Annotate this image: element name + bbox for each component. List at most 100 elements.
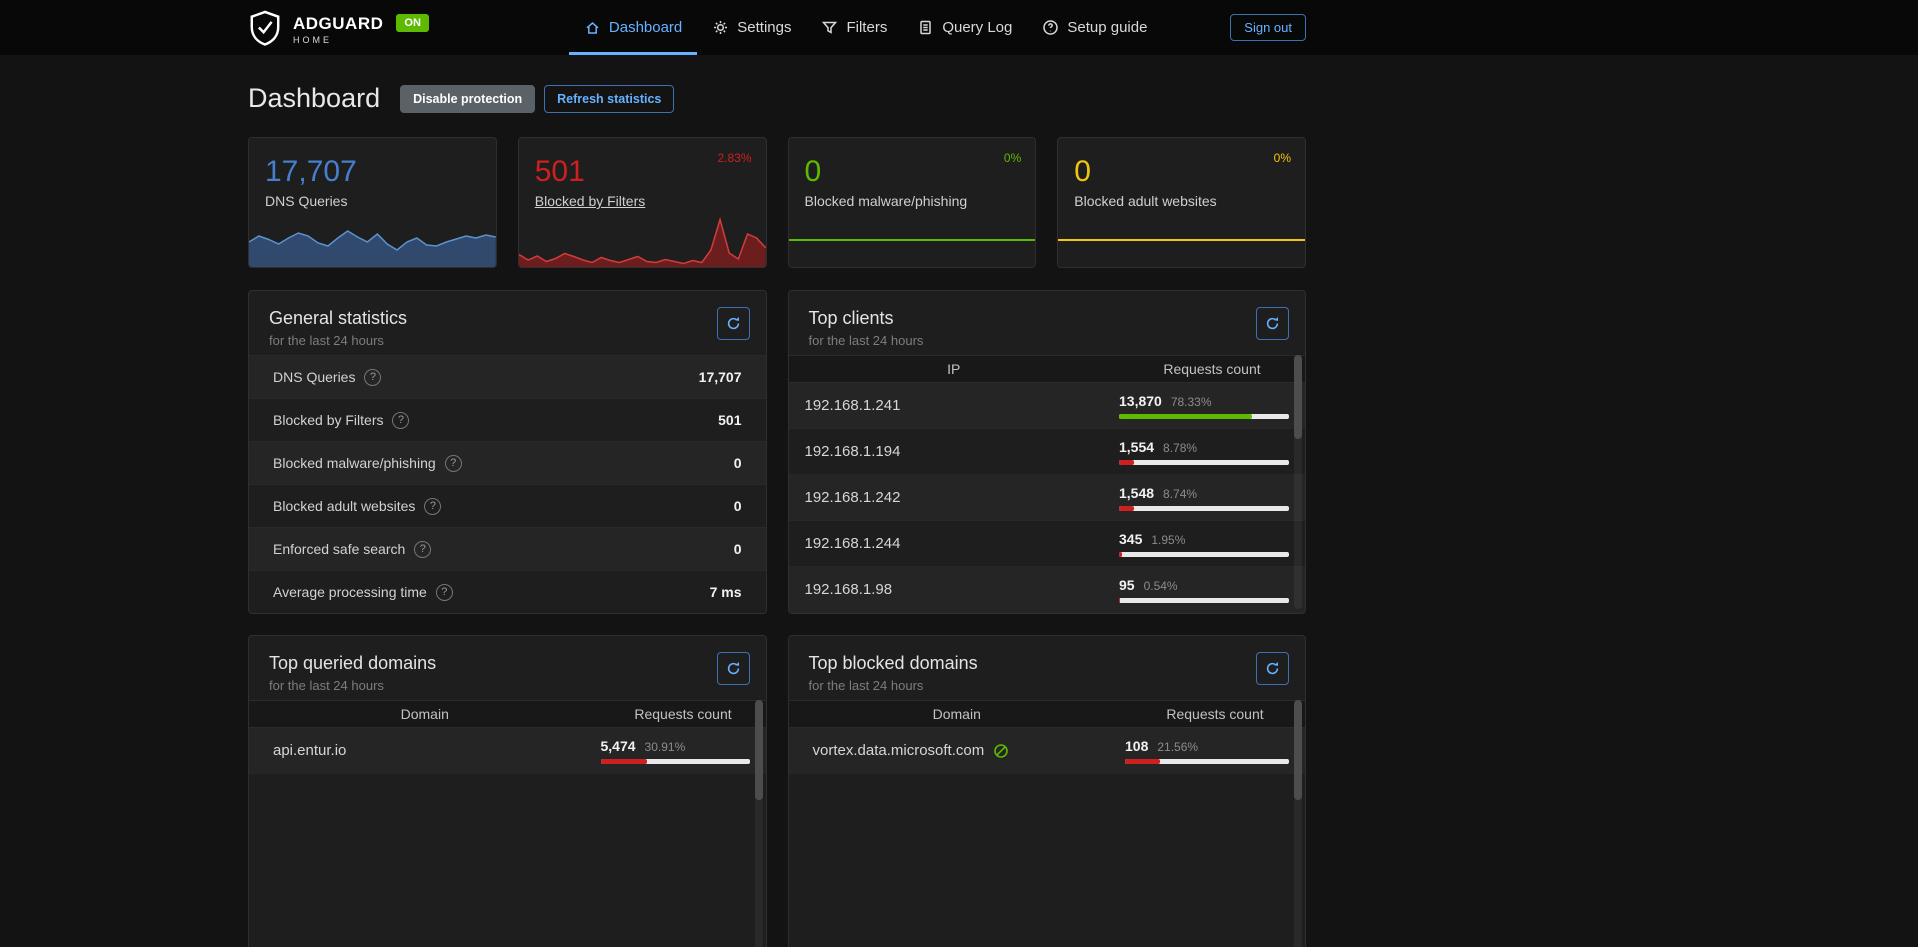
blocked-domains-table-body: vortex.data.microsoft.com 108 21.56% xyxy=(789,728,1306,774)
stat-cards-row: 17,707 DNS Queries 2.83% 501 Blocked by … xyxy=(248,137,1306,268)
document-icon xyxy=(917,19,934,36)
stat-label: Blocked adult websites xyxy=(1058,188,1305,209)
request-percent: 1.95% xyxy=(1151,533,1185,547)
domain-name[interactable]: api.entur.io xyxy=(249,742,601,759)
stat-table-row: Blocked malware/phishing 0 xyxy=(249,441,766,484)
nav-item-setup-guide[interactable]: Setup guide xyxy=(1027,0,1162,55)
stat-row-value: 0 xyxy=(734,455,742,471)
column-header-requests-count[interactable]: Requests count xyxy=(601,706,766,722)
request-percent: 0.54% xyxy=(1144,579,1178,593)
column-header-domain[interactable]: Domain xyxy=(249,706,601,722)
scrollbar[interactable] xyxy=(1294,700,1302,947)
request-percent: 8.78% xyxy=(1163,441,1197,455)
card-subtitle: for the last 24 hours xyxy=(809,333,1286,348)
blocked-by-filters-link[interactable]: Blocked by Filters xyxy=(519,188,661,209)
stat-row-value: 501 xyxy=(718,412,741,428)
scrollbar[interactable] xyxy=(755,700,763,947)
stat-value: 0 xyxy=(789,138,1036,188)
scrollbar-thumb[interactable] xyxy=(755,700,763,800)
stat-row-label: Average processing time xyxy=(273,584,427,600)
client-ip[interactable]: 192.168.1.98 xyxy=(789,581,1120,598)
requests-bar xyxy=(1119,460,1289,465)
nav-label: Settings xyxy=(737,19,791,36)
stat-row-value: 0 xyxy=(734,541,742,557)
blocked-by-filters-sparkline xyxy=(519,217,766,267)
stat-table-row: Average processing time 7 ms xyxy=(249,570,766,613)
refresh-card-button[interactable] xyxy=(1256,307,1289,340)
queried-domains-table-body: api.entur.io 5,474 30.91% xyxy=(249,728,766,774)
nav-item-dashboard[interactable]: Dashboard xyxy=(569,0,697,55)
requests-bar xyxy=(1119,598,1289,603)
stat-table-row: Blocked by Filters 501 xyxy=(249,398,766,441)
client-ip[interactable]: 192.168.1.242 xyxy=(789,489,1120,506)
request-count: 5,474 xyxy=(601,738,636,754)
brand-text: ADGUARD HOME xyxy=(293,15,383,45)
nav-item-filters[interactable]: Filters xyxy=(806,0,902,55)
help-icon[interactable] xyxy=(364,369,381,386)
stat-row-label: Blocked adult websites xyxy=(273,498,415,514)
scrollbar-thumb[interactable] xyxy=(1294,700,1302,800)
stat-row-label: Blocked by Filters xyxy=(273,412,383,428)
requests-bar xyxy=(1119,552,1289,557)
refresh-card-button[interactable] xyxy=(717,307,750,340)
refresh-icon xyxy=(726,316,741,331)
domain-row: vortex.data.microsoft.com 108 21.56% xyxy=(789,728,1306,774)
column-header-ip[interactable]: IP xyxy=(789,361,1120,377)
card-title: Top clients xyxy=(809,308,1286,329)
refresh-statistics-button[interactable]: Refresh statistics xyxy=(544,85,674,113)
request-count: 95 xyxy=(1119,577,1135,593)
page-title: Dashboard xyxy=(248,83,380,114)
funnel-icon xyxy=(821,19,838,36)
card-subtitle: for the last 24 hours xyxy=(269,333,746,348)
scrollbar[interactable] xyxy=(1294,355,1302,609)
stat-label: DNS Queries xyxy=(249,188,496,209)
card-subtitle: for the last 24 hours xyxy=(809,678,1286,693)
stat-card-blocked-malware: 0% 0 Blocked malware/phishing xyxy=(788,137,1037,268)
tracker-blocked-icon[interactable] xyxy=(993,743,1009,759)
request-percent: 21.56% xyxy=(1157,740,1198,754)
help-icon[interactable] xyxy=(392,412,409,429)
nav-item-settings[interactable]: Settings xyxy=(697,0,806,55)
nav-item-query-log[interactable]: Query Log xyxy=(902,0,1027,55)
requests-bar xyxy=(1119,414,1289,419)
blocked-malware-flatline xyxy=(789,239,1036,241)
adguard-shield-logo-icon xyxy=(248,9,282,47)
help-icon[interactable] xyxy=(445,455,462,472)
card-title: Top queried domains xyxy=(269,653,746,674)
stat-card-blocked-adult: 0% 0 Blocked adult websites xyxy=(1057,137,1306,268)
requests-bar xyxy=(601,759,750,764)
help-icon[interactable] xyxy=(436,584,453,601)
top-queried-domains-card: Top queried domains for the last 24 hour… xyxy=(248,635,767,947)
general-statistics-card: General statistics for the last 24 hours… xyxy=(248,290,767,614)
help-icon[interactable] xyxy=(424,498,441,515)
queried-domains-table-header: Domain Requests count xyxy=(249,700,766,728)
column-header-domain[interactable]: Domain xyxy=(789,706,1126,722)
client-ip[interactable]: 192.168.1.241 xyxy=(789,397,1120,414)
client-ip[interactable]: 192.168.1.244 xyxy=(789,535,1120,552)
refresh-card-button[interactable] xyxy=(1256,652,1289,685)
brand-name: ADGUARD xyxy=(293,15,383,32)
stat-row-label: Enforced safe search xyxy=(273,541,405,557)
refresh-icon xyxy=(726,661,741,676)
scrollbar-thumb[interactable] xyxy=(1294,355,1302,439)
stat-row-label: DNS Queries xyxy=(273,369,355,385)
help-icon[interactable] xyxy=(414,541,431,558)
nav-menu: Dashboard Settings Filters xyxy=(569,0,1163,55)
refresh-card-button[interactable] xyxy=(717,652,750,685)
stat-row-value: 0 xyxy=(734,498,742,514)
help-circle-icon xyxy=(1042,19,1059,36)
column-header-requests-count[interactable]: Requests count xyxy=(1119,361,1305,377)
client-ip[interactable]: 192.168.1.194 xyxy=(789,443,1120,460)
domain-name[interactable]: vortex.data.microsoft.com xyxy=(813,742,985,759)
brand[interactable]: ADGUARD HOME ON xyxy=(248,9,429,47)
brand-subtitle: HOME xyxy=(293,36,383,45)
column-header-requests-count[interactable]: Requests count xyxy=(1125,706,1305,722)
nav-label: Dashboard xyxy=(609,19,682,36)
disable-protection-button[interactable]: Disable protection xyxy=(400,85,535,113)
sign-out-button[interactable]: Sign out xyxy=(1230,14,1306,41)
requests-bar xyxy=(1119,506,1289,511)
stat-value: 0 xyxy=(1058,138,1305,188)
card-subtitle: for the last 24 hours xyxy=(269,678,746,693)
request-count: 13,870 xyxy=(1119,393,1162,409)
top-clients-card: Top clients for the last 24 hours IP Req… xyxy=(788,290,1307,614)
